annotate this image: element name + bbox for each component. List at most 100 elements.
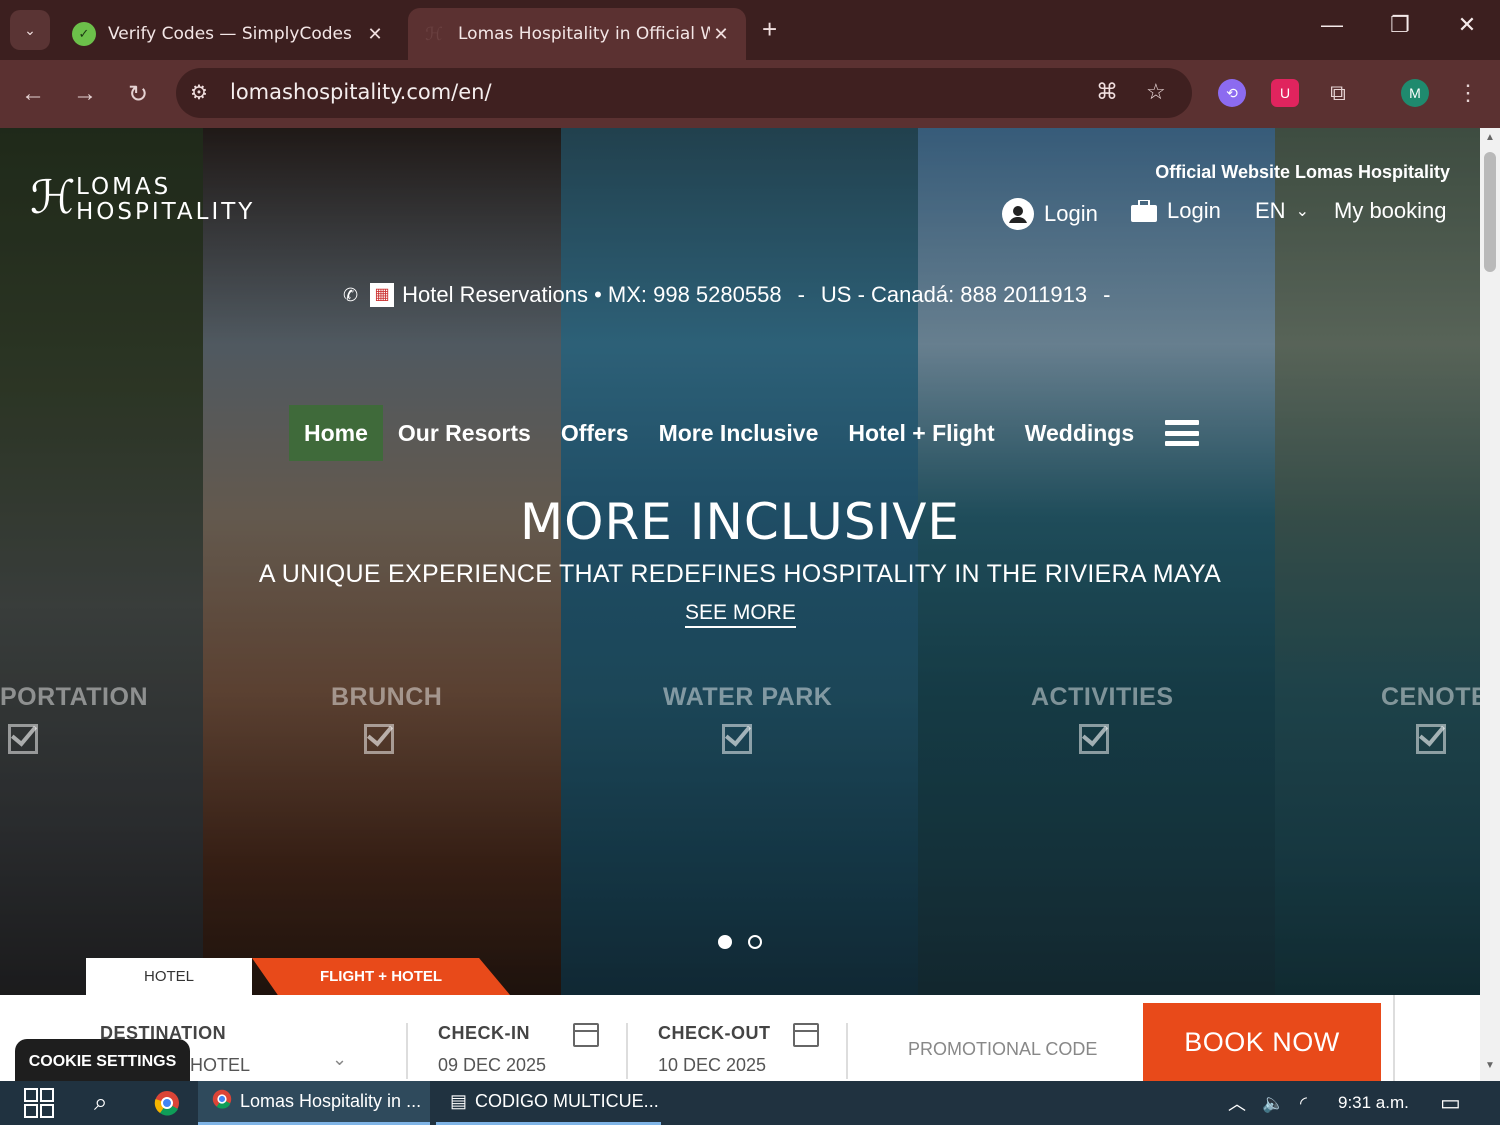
slider-dot-1[interactable] (718, 935, 732, 949)
extensions-puzzle-icon[interactable]: ⧉ (1324, 79, 1352, 107)
scroll-down-icon[interactable]: ▼ (1485, 1060, 1495, 1071)
chevron-down-icon[interactable]: ⌄ (332, 1049, 347, 1070)
browser-toolbar: ← → ↻ ⚙ lomashospitality.com/en/ ⌘ ☆ ⟲ U… (0, 60, 1500, 128)
close-window-icon[interactable]: ✕ (1447, 12, 1487, 38)
browser-menu-icon[interactable]: ⋮ (1454, 79, 1482, 107)
profile-avatar[interactable]: M (1401, 79, 1429, 107)
lomas-favicon-icon: ℋ (425, 23, 443, 45)
check-icon (1079, 724, 1109, 754)
calendar-icon[interactable] (793, 1023, 819, 1047)
taskbar-app-chrome[interactable]: Lomas Hospitality in ... (198, 1081, 430, 1125)
scroll-up-icon[interactable]: ▲ (1485, 132, 1495, 143)
tab-lomas[interactable]: ℋ Lomas Hospitality in Official We ✕ (408, 8, 746, 60)
scrollbar-thumb[interactable] (1484, 152, 1496, 272)
booking-tab-hotel[interactable]: HOTEL (86, 958, 252, 995)
start-icon[interactable] (24, 1081, 54, 1125)
login-link-user[interactable]: Login (1002, 198, 1098, 230)
tray-chevron-up-icon[interactable]: ︿ (1228, 1081, 1246, 1125)
reservations-us-canada[interactable]: US - Canadá: 888 2011913 (821, 282, 1087, 308)
divider (846, 1023, 848, 1079)
book-now-button[interactable]: BOOK NOW (1143, 1003, 1381, 1081)
bookmark-star-icon[interactable]: ☆ (1146, 79, 1166, 105)
page-scrollbar[interactable]: ▲ ▼ (1480, 128, 1500, 1081)
translate-icon[interactable]: ⌘ (1096, 79, 1118, 105)
reload-icon[interactable]: ↻ (120, 76, 156, 112)
menu-item-weddings[interactable]: Weddings (1010, 405, 1149, 461)
phone-icon: ✆ (343, 284, 359, 305)
language-selector[interactable]: EN ⌄ (1255, 198, 1309, 224)
address-bar[interactable]: ⚙ lomashospitality.com/en/ ⌘ ☆ (176, 68, 1192, 118)
volume-icon[interactable]: 🔈 (1262, 1081, 1284, 1125)
hamburger-menu-icon[interactable] (1165, 420, 1200, 446)
booking-tab-flight-hotel[interactable]: FLIGHT + HOTEL (252, 958, 510, 995)
menu-item-more-inclusive[interactable]: More Inclusive (644, 405, 834, 461)
logo-text-line1: LOMAS (76, 174, 172, 200)
see-more-link[interactable]: SEE MORE (685, 601, 796, 628)
search-icon[interactable]: ⌕ (94, 1081, 107, 1125)
new-tab-icon[interactable]: + (762, 14, 777, 45)
checkin-label: CHECK-IN (438, 1023, 530, 1043)
reservations-mx[interactable]: Hotel Reservations • MX: 998 5280558 (402, 282, 781, 308)
back-icon[interactable]: ← (15, 76, 51, 112)
tab-title: Verify Codes — SimplyCodes (108, 24, 352, 44)
check-icon (722, 724, 752, 754)
logo-text-line2: HOSPITALITY (76, 199, 256, 225)
taskbar-app-label: CODIGO MULTICUE... (475, 1091, 659, 1111)
menu-item-offers[interactable]: Offers (546, 405, 644, 461)
hero-subtitle: A UNIQUE EXPERIENCE THAT REDEFINES HOSPI… (258, 560, 1222, 588)
taskbar-app-notepad[interactable]: ▤ CODIGO MULTICUE... (436, 1081, 661, 1125)
category-label[interactable]: CENOTE (1381, 683, 1480, 712)
login-label[interactable]: Login (1167, 198, 1221, 224)
briefcase-icon (1131, 200, 1157, 222)
ublock-icon[interactable]: U (1271, 79, 1299, 107)
my-booking-label[interactable]: My booking (1334, 198, 1447, 224)
notepad-icon: ▤ (450, 1091, 468, 1111)
chrome-icon[interactable] (154, 1081, 180, 1125)
hero-title: MORE INCLUSIVE (519, 493, 961, 551)
tab-verify-codes[interactable]: ✓ Verify Codes — SimplyCodes ✕ (58, 8, 400, 60)
category-label[interactable]: WATER PARK (663, 683, 832, 712)
divider (1393, 995, 1395, 1081)
phone-bar: ✆ ▦ Hotel Reservations • MX: 998 5280558… (343, 282, 1110, 308)
check-icon (8, 724, 38, 754)
forward-icon[interactable]: → (67, 76, 103, 112)
chrome-icon (212, 1089, 232, 1114)
tab-search-button[interactable]: ⌄ (10, 10, 50, 50)
category-label[interactable]: PORTATION (0, 683, 148, 712)
login-label[interactable]: Login (1044, 201, 1098, 227)
taskbar-app-label: Lomas Hospitality in ... (240, 1091, 422, 1111)
extension-icon[interactable]: ⟲ (1218, 79, 1246, 107)
clock-time[interactable]: 9:31 a.m. (1338, 1081, 1409, 1125)
hotel-icon: ▦ (370, 283, 395, 307)
minimize-icon[interactable]: — (1312, 12, 1352, 38)
menu-item-hotel-flight[interactable]: Hotel + Flight (833, 405, 1009, 461)
notifications-icon[interactable]: ▭ (1440, 1081, 1461, 1125)
calendar-icon[interactable] (573, 1023, 599, 1047)
divider (406, 1023, 408, 1079)
browser-tab-bar: ⌄ ✓ Verify Codes — SimplyCodes ✕ ℋ Lomas… (0, 0, 1500, 60)
checkout-date[interactable]: 10 DEC 2025 (658, 1055, 766, 1076)
tab-close-icon[interactable]: ✕ (364, 24, 386, 45)
destination-select[interactable]: HOTEL (190, 1055, 250, 1076)
tab-close-icon[interactable]: ✕ (710, 24, 732, 45)
site-info-icon[interactable]: ⚙ (190, 80, 208, 105)
slider-dot-2[interactable] (748, 935, 762, 949)
my-booking-link[interactable]: My booking (1334, 198, 1447, 224)
menu-item-our-resorts[interactable]: Our Resorts (383, 405, 546, 461)
url-text[interactable]: lomashospitality.com/en/ (230, 80, 492, 104)
separator: - (797, 282, 805, 307)
language-label[interactable]: EN (1255, 198, 1286, 224)
login-link-agent[interactable]: Login (1131, 198, 1221, 224)
menu-item-home[interactable]: Home (289, 405, 383, 461)
check-icon (364, 724, 394, 754)
checkin-date[interactable]: 09 DEC 2025 (438, 1055, 546, 1076)
category-label[interactable]: ACTIVITIES (1031, 683, 1174, 712)
separator: - (1103, 282, 1111, 307)
cookie-settings-button[interactable]: COOKIE SETTINGS (15, 1039, 190, 1081)
main-menu: Home Our Resorts Offers More Inclusive H… (289, 405, 1200, 461)
category-label[interactable]: BRUNCH (331, 683, 442, 712)
wifi-icon[interactable]: ◜ (1300, 1081, 1307, 1125)
promo-code-input[interactable]: PROMOTIONAL CODE (908, 1039, 1097, 1060)
checkout-label: CHECK-OUT (658, 1023, 771, 1043)
restore-icon[interactable]: ❐ (1380, 12, 1420, 38)
